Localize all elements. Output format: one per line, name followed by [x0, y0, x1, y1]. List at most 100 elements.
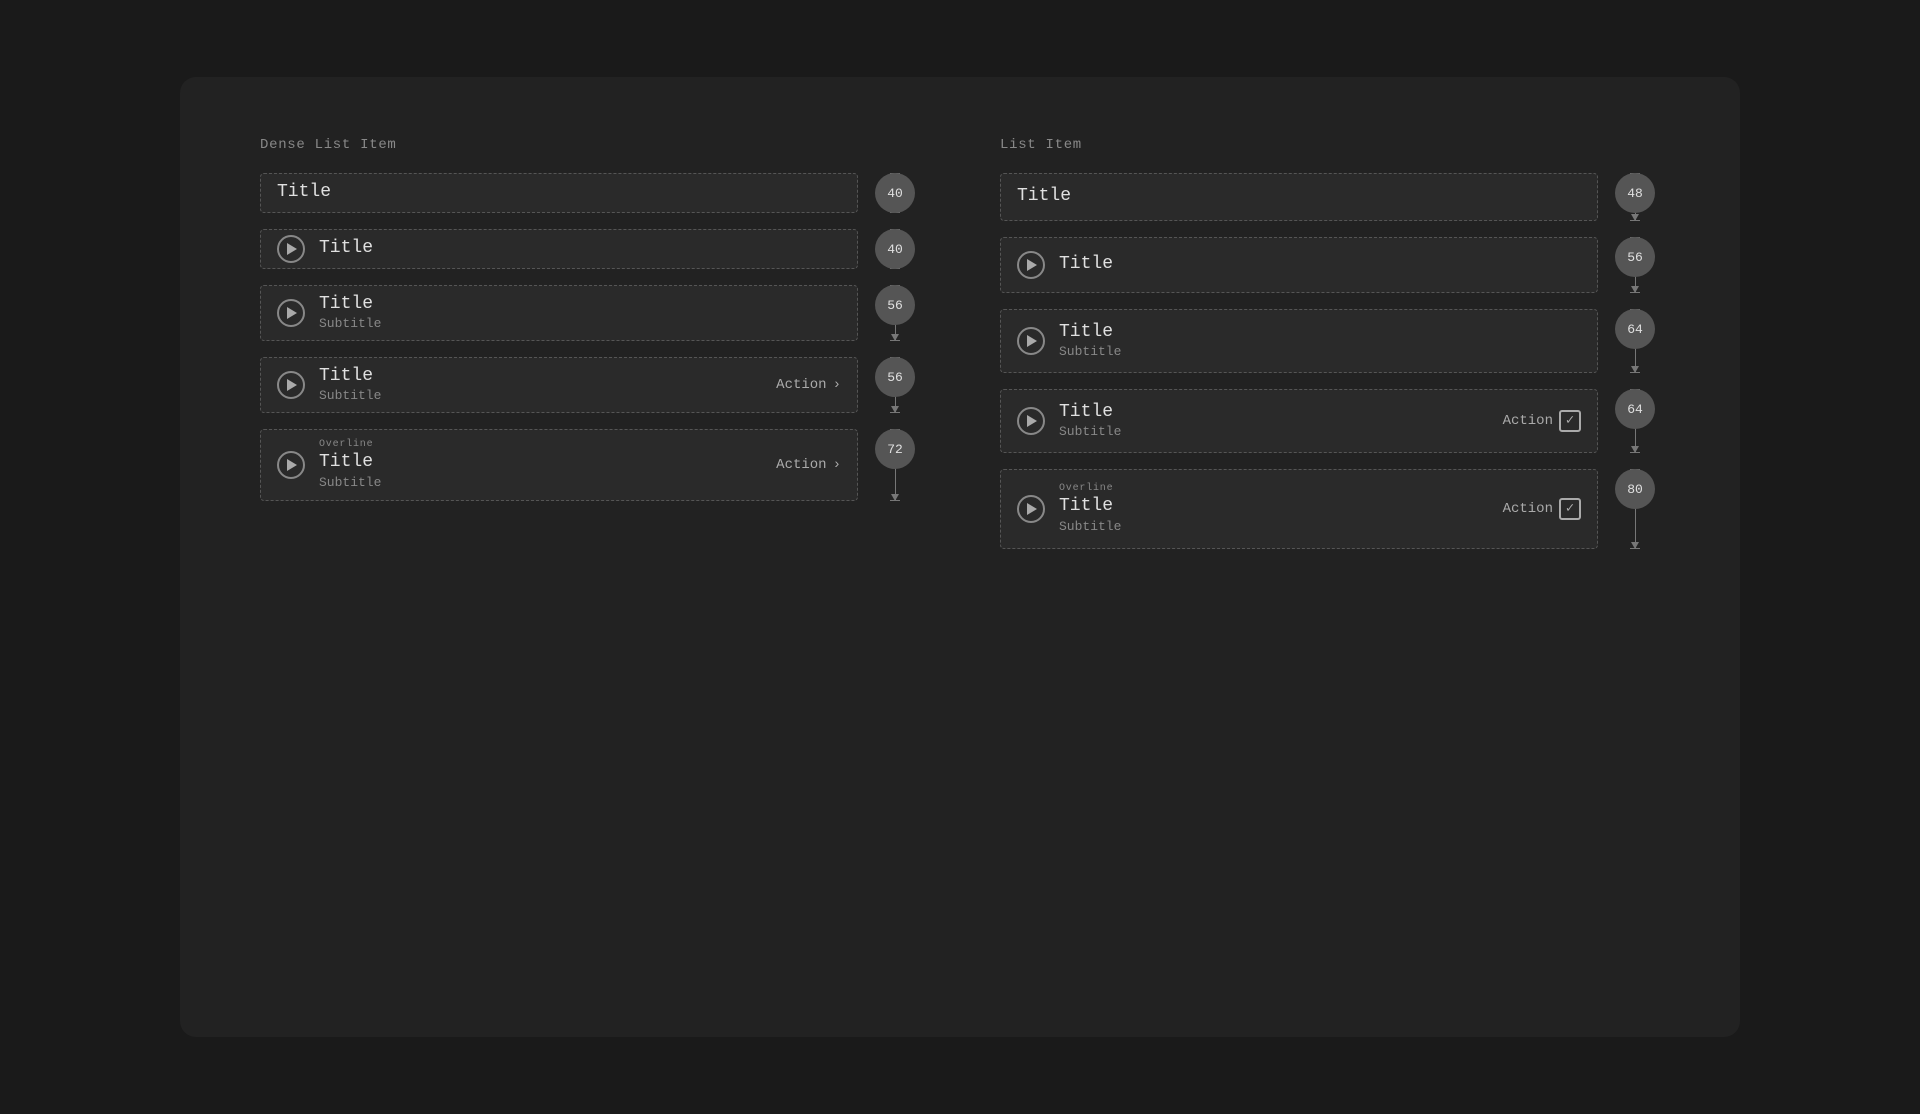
title-text: Title [319, 365, 760, 388]
size-badge: 72 [875, 429, 915, 469]
list-item-box-dense-5[interactable]: OverlineTitleSubtitle Action › [260, 429, 858, 501]
title-text: Title [277, 181, 841, 204]
title-text: Title [1017, 185, 1581, 208]
text-content: OverlineTitleSubtitle [319, 438, 760, 491]
list-items-wrapper: Title48Title56TitleSubtitle64TitleSubtit… [1000, 173, 1660, 549]
measure-arrow-bottom [891, 494, 899, 501]
list-item-row: TitleSubtitle Action✓ 64 [1000, 389, 1660, 453]
subtitle-text: Subtitle [319, 316, 841, 333]
play-triangle [287, 459, 297, 471]
title-text: Title [1059, 253, 1581, 276]
text-content: Title [319, 237, 841, 260]
list-item-box-list-1[interactable]: Title [1000, 173, 1598, 221]
measure-arrow-bottom [891, 334, 899, 341]
column-list: List ItemTitle48Title56TitleSubtitle64Ti… [1000, 137, 1660, 977]
title-text: Title [1059, 401, 1487, 424]
text-content: Title [277, 181, 841, 204]
action-area[interactable]: Action › [776, 377, 841, 393]
size-badge: 56 [1615, 237, 1655, 277]
column-label: List Item [1000, 137, 1660, 153]
list-item-row: Title 48 [1000, 173, 1660, 221]
play-icon [277, 299, 305, 327]
list-item-box-dense-2[interactable]: Title [260, 229, 858, 269]
list-item-row: Title 40 [260, 173, 920, 213]
text-content: TitleSubtitle [1059, 401, 1487, 441]
size-badge: 56 [875, 357, 915, 397]
vertical-measure: 56 [1610, 237, 1660, 293]
action-label: Action [776, 457, 826, 473]
column-dense: Dense List ItemTitle40Title40TitleSubtit… [260, 137, 920, 977]
size-badge: 80 [1615, 469, 1655, 509]
play-triangle [1027, 503, 1037, 515]
measure-arrow-bottom [891, 406, 899, 413]
checkbox-icon[interactable]: ✓ [1559, 410, 1581, 432]
size-badge: 48 [1615, 173, 1655, 213]
subtitle-text: Subtitle [1059, 424, 1487, 441]
play-triangle [287, 307, 297, 319]
play-icon [277, 451, 305, 479]
list-item-box-list-2[interactable]: Title [1000, 237, 1598, 293]
action-label: Action [1503, 501, 1553, 517]
vertical-measure: 40 [870, 229, 920, 269]
list-item-box-dense-4[interactable]: TitleSubtitleAction› [260, 357, 858, 413]
play-triangle [1027, 335, 1037, 347]
chevron-right-icon: › [833, 457, 841, 473]
subtitle-text: Subtitle [319, 475, 760, 492]
size-badge: 40 [875, 229, 915, 269]
list-item-row: TitleSubtitle 56 [260, 285, 920, 341]
list-item-row: TitleSubtitleAction›56 [260, 357, 920, 413]
play-icon [277, 371, 305, 399]
play-icon [277, 235, 305, 263]
vertical-measure: 56 [870, 357, 920, 413]
list-item-box-dense-3[interactable]: TitleSubtitle [260, 285, 858, 341]
text-content: Title [1059, 253, 1581, 276]
action-area[interactable]: Action ✓ [1503, 498, 1581, 520]
overline-text: Overline [1059, 482, 1487, 495]
play-icon [1017, 495, 1045, 523]
vertical-measure: 64 [1610, 389, 1660, 453]
checkbox-icon[interactable]: ✓ [1559, 498, 1581, 520]
measure-arrow-bottom [1631, 446, 1639, 453]
list-item-box-list-3[interactable]: TitleSubtitle [1000, 309, 1598, 373]
list-item-row: Title 40 [260, 229, 920, 269]
main-container: Dense List ItemTitle40Title40TitleSubtit… [180, 77, 1740, 1037]
action-label: Action [776, 377, 826, 393]
list-item-row: TitleSubtitle 64 [1000, 309, 1660, 373]
vertical-measure: 64 [1610, 309, 1660, 373]
play-icon [1017, 251, 1045, 279]
subtitle-text: Subtitle [1059, 344, 1581, 361]
title-text: Title [1059, 495, 1487, 518]
title-text: Title [319, 293, 841, 316]
vertical-measure: 80 [1610, 469, 1660, 549]
list-item-box-list-4[interactable]: TitleSubtitle Action✓ [1000, 389, 1598, 453]
size-badge: 64 [1615, 309, 1655, 349]
text-content: TitleSubtitle [319, 293, 841, 333]
title-text: Title [319, 237, 841, 260]
chevron-right-icon: › [833, 377, 841, 393]
list-item-row: OverlineTitleSubtitle Action › 72 [260, 429, 920, 501]
play-icon [1017, 407, 1045, 435]
vertical-measure: 56 [870, 285, 920, 341]
list-item-row: OverlineTitleSubtitle Action ✓ 80 [1000, 469, 1660, 549]
list-item-box-dense-1[interactable]: Title [260, 173, 858, 213]
column-label: Dense List Item [260, 137, 920, 153]
title-text: Title [319, 451, 760, 474]
measure-arrow-bottom [1631, 542, 1639, 549]
text-content: Title [1017, 185, 1581, 208]
size-badge: 40 [875, 173, 915, 213]
action-area[interactable]: Action › [776, 457, 841, 473]
action-area[interactable]: Action✓ [1503, 410, 1581, 432]
vertical-measure: 48 [1610, 173, 1660, 221]
overline-text: Overline [319, 438, 760, 451]
measure-arrow-bottom [1631, 366, 1639, 373]
vertical-measure: 72 [870, 429, 920, 501]
checkbox-check: ✓ [1566, 502, 1574, 516]
subtitle-text: Subtitle [1059, 519, 1487, 536]
size-badge: 56 [875, 285, 915, 325]
checkbox-check: ✓ [1566, 414, 1574, 428]
list-item-box-list-5[interactable]: OverlineTitleSubtitle Action ✓ [1000, 469, 1598, 549]
play-triangle [1027, 415, 1037, 427]
play-triangle [287, 379, 297, 391]
text-content: TitleSubtitle [1059, 321, 1581, 361]
play-triangle [287, 243, 297, 255]
